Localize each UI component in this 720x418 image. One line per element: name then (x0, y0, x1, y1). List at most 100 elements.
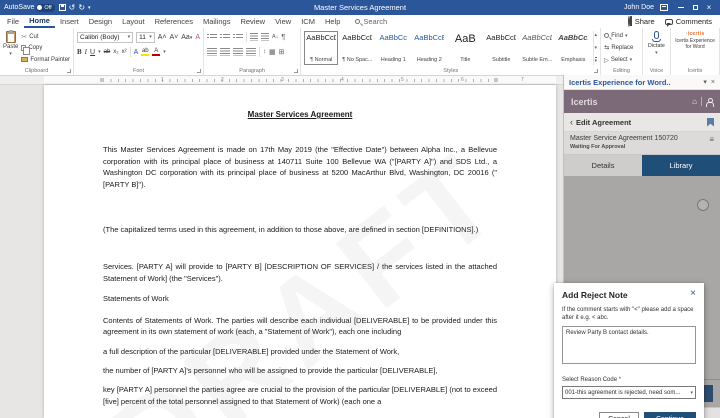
align-left-icon[interactable] (207, 48, 217, 56)
paragraph-dialog-launcher[interactable] (294, 69, 298, 73)
superscript-button[interactable]: x² (122, 49, 127, 55)
decrease-indent-icon[interactable] (250, 33, 258, 41)
share-button[interactable]: Share (628, 17, 655, 26)
justify-icon[interactable] (246, 48, 256, 56)
style-subtle-emphasis[interactable]: AaBbCcDdSubtle Em... (520, 31, 554, 65)
refresh-icon[interactable] (697, 199, 709, 211)
autosave-toggle[interactable]: AutoSave Off (4, 4, 55, 12)
strikethrough-button[interactable]: ab (104, 49, 111, 55)
tab-icm[interactable]: ICM (296, 15, 320, 28)
find-button[interactable]: Find▾ (604, 31, 638, 40)
document-page[interactable]: DRAFT Master Services Agreement This Mas… (44, 85, 556, 418)
line-spacing-icon[interactable]: ↕ (263, 49, 266, 55)
increase-indent-icon[interactable] (261, 33, 269, 41)
tab-file[interactable]: File (2, 15, 24, 28)
select-button[interactable]: ▷Select▾ (604, 56, 638, 65)
hamburger-menu-icon[interactable]: ≡ (709, 135, 714, 150)
numbered-list-icon[interactable] (220, 33, 230, 41)
back-chevron-icon[interactable]: ‹ (570, 118, 573, 127)
font-dialog-launcher[interactable] (197, 69, 201, 73)
home-icon[interactable]: ⌂ (692, 97, 697, 106)
paragraph-full-description[interactable]: a full description of the particular [DE… (103, 346, 497, 358)
shrink-font-button[interactable]: A˅ (169, 34, 178, 41)
indent-marker-right[interactable] (494, 78, 498, 82)
paragraph-services[interactable]: Services. [PARTY A] will provide to [PAR… (103, 261, 497, 284)
cut-button[interactable]: ✂Cut (21, 32, 70, 41)
style-title[interactable]: AaBTitle (448, 31, 482, 65)
pane-close-icon[interactable]: × (711, 79, 715, 86)
grow-font-button[interactable]: A˄ (158, 34, 167, 41)
tab-details[interactable]: Details (564, 155, 642, 176)
restore-button[interactable] (688, 0, 702, 15)
tab-view[interactable]: View (270, 15, 296, 28)
style-subtitle[interactable]: AaBbCcDSubtitle (484, 31, 518, 65)
paste-button[interactable]: Paste ▾ (3, 31, 18, 65)
font-color-button[interactable]: A (152, 48, 160, 56)
save-icon[interactable] (59, 4, 66, 11)
tab-references[interactable]: References (150, 15, 198, 28)
paragraph-effective-date[interactable]: This Master Services Agreement is made o… (103, 144, 497, 190)
italic-button[interactable]: I (85, 48, 87, 56)
underline-button[interactable]: U (90, 49, 95, 56)
search-box[interactable]: Search (355, 15, 387, 28)
edit-agreement-header[interactable]: ‹ Edit Agreement (564, 113, 720, 132)
tab-library[interactable]: Library (642, 155, 720, 176)
dialog-close-icon[interactable]: × (690, 290, 696, 298)
redo-icon[interactable]: ↻ (78, 3, 85, 12)
bold-button[interactable]: B (77, 48, 82, 56)
close-button[interactable]: × (702, 0, 716, 15)
replace-button[interactable]: ⇆Replace (604, 43, 638, 52)
comments-button[interactable]: Comments (665, 17, 712, 26)
copy-button[interactable]: Copy (21, 44, 70, 53)
format-painter-button[interactable]: Format Painter (21, 55, 70, 64)
change-case-button[interactable]: Aa▾ (181, 34, 192, 41)
styles-gallery-more-icon[interactable]: ▾ (595, 57, 598, 64)
cancel-button[interactable]: Cancel (599, 412, 639, 418)
style-emphasis[interactable]: AaBbCcDdEmphasis (556, 31, 590, 65)
indent-marker-left[interactable] (100, 78, 104, 82)
dictate-button[interactable]: Dictate ▾ (646, 31, 667, 65)
borders-icon[interactable]: ⊞ (279, 48, 285, 56)
paragraph-personnel-number[interactable]: the number of [PARTY A]'s personnel who … (103, 365, 497, 377)
styles-dialog-launcher[interactable] (594, 69, 598, 73)
pilcrow-icon[interactable]: ¶ (281, 34, 285, 41)
reject-note-textarea[interactable]: Review Party B contact details. (562, 326, 696, 364)
minimize-button[interactable] (674, 0, 688, 15)
styles-scroll-down-icon[interactable]: ▾ (595, 45, 598, 51)
user-profile-icon[interactable] (706, 98, 713, 106)
paragraph-statements-of-work[interactable]: Statements of Work (103, 293, 497, 305)
sort-icon[interactable]: A↓ (272, 34, 278, 40)
document-heading[interactable]: Master Services Agreement (103, 110, 497, 119)
continue-button[interactable]: Continue (644, 412, 696, 418)
clipboard-dialog-launcher[interactable] (67, 69, 71, 73)
styles-scroll-up-icon[interactable]: ▴ (595, 32, 598, 38)
tab-home[interactable]: Home (24, 15, 55, 28)
icertis-experience-button[interactable]: ·icertis Icertis Experience for Word (674, 31, 716, 65)
tab-layout[interactable]: Layout (117, 15, 150, 28)
undo-icon[interactable]: ↺ (69, 3, 76, 12)
tab-review[interactable]: Review (235, 15, 270, 28)
align-center-icon[interactable] (220, 48, 230, 56)
reason-code-select[interactable]: 001-this agreement is rejected, need som… (562, 386, 696, 399)
qat-customize-icon[interactable]: ▾ (88, 5, 91, 11)
bullet-list-icon[interactable] (207, 33, 217, 41)
style-heading-2[interactable]: AaBbCcEHeading 2 (412, 31, 446, 65)
tab-mailings[interactable]: Mailings (198, 15, 236, 28)
ribbon-display-options-icon[interactable] (660, 4, 668, 11)
paragraph-contents[interactable]: Contents of Statements of Work. The part… (103, 315, 497, 338)
paragraph-capitalized-terms[interactable]: (The capitalized terms used in this agre… (103, 224, 497, 236)
style-heading-1[interactable]: AaBbCcHeading 1 (376, 31, 410, 65)
highlight-button[interactable]: ab (141, 48, 149, 56)
pane-menu-icon[interactable]: ▾ (703, 78, 707, 86)
subscript-button[interactable]: x₂ (113, 49, 118, 55)
tab-insert[interactable]: Insert (55, 15, 84, 28)
tab-help[interactable]: Help (320, 15, 345, 28)
style-no-spacing[interactable]: AaBbCcDd¶ No Spac... (340, 31, 374, 65)
align-right-icon[interactable] (233, 48, 243, 56)
bookmark-icon[interactable] (707, 118, 714, 127)
multilevel-list-icon[interactable] (233, 33, 243, 41)
paragraph-key-personnel[interactable]: key [PARTY A] personnel the parties agre… (103, 384, 497, 407)
style-normal[interactable]: AaBbCcDd¶ Normal (304, 31, 338, 65)
horizontal-ruler[interactable]: 1 2 3 4 5 6 7 (0, 76, 563, 85)
user-name[interactable]: John Doe (624, 4, 654, 11)
